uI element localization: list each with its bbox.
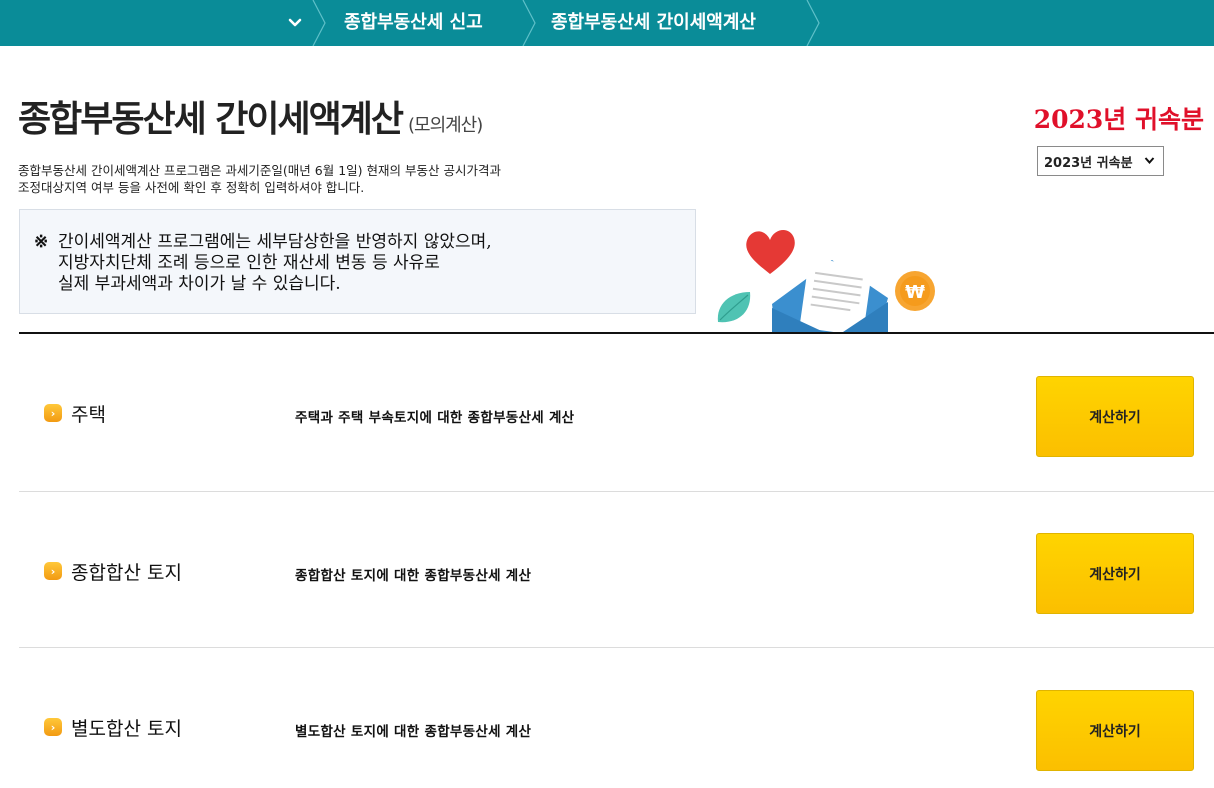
calculate-button-house[interactable]: 계산하기 [1036,376,1194,457]
bullet-arrow-icon: › [44,718,62,736]
calc-row-comprehensive-land: › 종합합산 토지 종합합산 토지에 대한 종합부동산세 계산 계산하기 [19,492,1214,648]
row-title: 종합합산 토지 [71,562,182,584]
notice-line: 지방자치단체 조례 등으로 인한 재산세 변동 등 사유로 [58,253,440,273]
breadcrumb-separator-icon [312,0,326,46]
row-description: 별도합산 토지에 대한 종합부동산세 계산 [295,724,532,740]
breadcrumb-separator-icon [522,0,536,46]
notice-line: 간이세액계산 프로그램에는 세부담상한을 반영하지 않았으며, [58,232,492,252]
calc-row-separate-land: › 별도합산 토지 별도합산 토지에 대한 종합부동산세 계산 계산하기 [19,648,1214,788]
description-line: 조정대상지역 여부 등을 사전에 확인 후 정확히 입력하셔야 합니다. [18,180,365,195]
bullet-arrow-icon: › [44,404,62,422]
notice-line: 실제 부과세액과 차이가 날 수 있습니다. [58,274,341,294]
chevron-down-icon [1144,157,1155,165]
leaf-icon [717,292,751,323]
tax-illustration: ₩ [717,229,935,334]
chevron-down-icon [288,18,302,27]
tax-year-select[interactable]: 2023년 귀속분 [1037,146,1164,176]
program-description: 종합부동산세 간이세액계산 프로그램은 과세기준일(매년 6월 1일) 현재의 … [18,162,501,196]
calculate-button-comprehensive-land[interactable]: 계산하기 [1036,533,1194,614]
top-navigation-bar: 종합부동산세 신고 종합부동산세 간이세액계산 [0,0,1214,46]
notice-box: ※ 간이세액계산 프로그램에는 세부담상한을 반영하지 않았으며, 지방자치단체… [19,209,696,314]
tax-year-select-value: 2023년 귀속분 [1044,155,1133,171]
bullet-arrow-icon: › [44,562,62,580]
svg-text:₩: ₩ [905,282,925,303]
page-title-text: 종합부동산세 간이세액계산 [18,99,404,140]
row-title: 별도합산 토지 [71,718,182,740]
breadcrumb-separator-icon [806,0,820,46]
envelope-icon [772,258,888,334]
page-title: 종합부동산세 간이세액계산 (모의계산) [18,90,483,142]
breadcrumb-item-simple-tax-calculation[interactable]: 종합부동산세 간이세액계산 [551,0,756,46]
description-line: 종합부동산세 간이세액계산 프로그램은 과세기준일(매년 6월 1일) 현재의 … [18,163,501,178]
calculate-button-separate-land[interactable]: 계산하기 [1036,690,1194,771]
row-description: 종합합산 토지에 대한 종합부동산세 계산 [295,568,532,584]
row-description: 주택과 주택 부속토지에 대한 종합부동산세 계산 [295,410,575,426]
reference-mark: ※ [34,232,49,252]
row-title: 주택 [71,404,106,426]
breadcrumb-item-comprehensive-tax-filing[interactable]: 종합부동산세 신고 [344,0,483,46]
calc-row-house: › 주택 주택과 주택 부속토지에 대한 종합부동산세 계산 계산하기 [19,336,1214,492]
won-coin-icon: ₩ [895,271,935,311]
page-subtitle: (모의계산) [407,115,483,136]
heart-icon [746,229,795,274]
tax-year-heading: 2023년 귀속분 [1033,105,1204,134]
menu-toggle-button[interactable] [278,0,312,46]
section-divider [19,332,1214,334]
